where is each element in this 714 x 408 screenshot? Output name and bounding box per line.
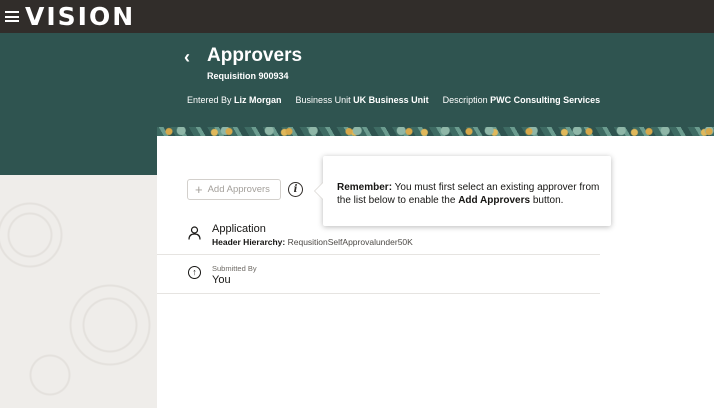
approver-hierarchy: Header Hierarchy: RequsitionSelfApproval…: [212, 237, 413, 247]
page-subtitle: Requisition 900934: [207, 71, 289, 81]
hamburger-icon[interactable]: [5, 11, 19, 22]
description: Description PWC Consulting Services: [442, 95, 601, 105]
header-meta: Entered By Liz Morgan Business Unit UK B…: [187, 95, 600, 105]
approver-title: Application: [212, 223, 266, 235]
plus-icon: +: [195, 182, 203, 197]
top-bar: VISION: [0, 0, 714, 33]
approver-row[interactable]: Application Header Hierarchy: Requsition…: [157, 213, 600, 255]
decorative-background: [0, 175, 157, 408]
page-title: Approvers: [207, 45, 303, 66]
info-icon[interactable]: i: [288, 182, 303, 197]
callout-text: Remember: You must first select an exist…: [337, 182, 600, 206]
submitted-label: Submitted By: [212, 264, 257, 273]
add-approvers-button[interactable]: + Add Approvers: [187, 179, 281, 200]
entered-by: Entered By Liz Morgan: [187, 95, 282, 105]
add-approvers-label: Add Approvers: [207, 184, 270, 195]
decorative-pattern: [157, 127, 714, 136]
business-unit: Business Unit UK Business Unit: [295, 95, 429, 105]
chevron-left-icon[interactable]: ‹: [184, 48, 190, 66]
app-logo: VISION: [25, 2, 136, 31]
person-icon: [188, 226, 201, 240]
submitted-value: You: [212, 274, 231, 286]
arrow-up-circle-icon: ↑: [188, 266, 201, 279]
submitted-row[interactable]: ↑ Submitted By You: [157, 255, 600, 294]
